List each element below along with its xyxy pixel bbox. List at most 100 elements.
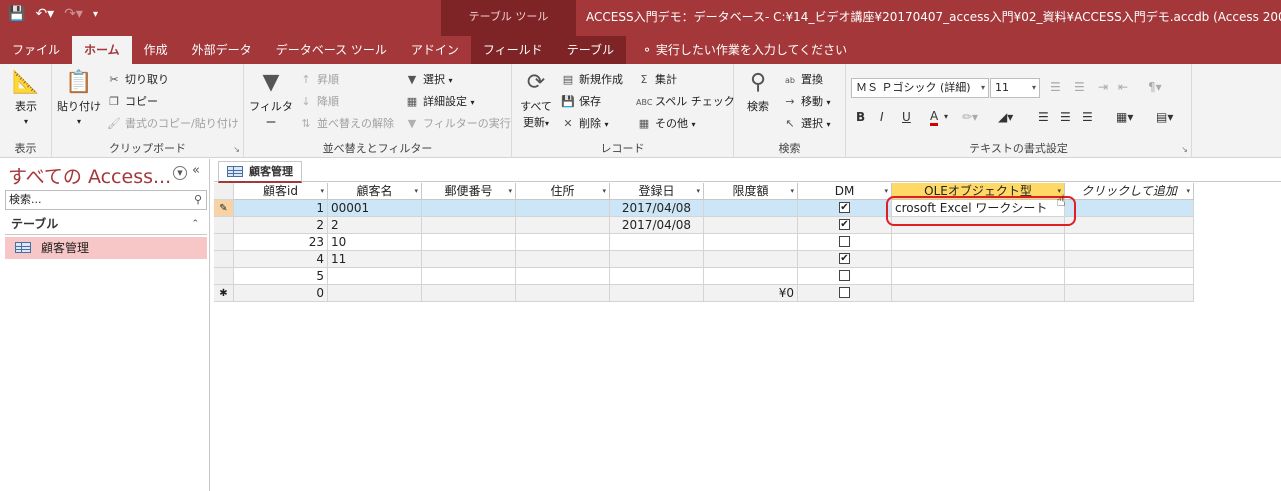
cell-zip[interactable] <box>422 285 516 302</box>
save-record-button[interactable]: 💾 保存 <box>560 92 601 112</box>
record-selector[interactable] <box>214 234 234 251</box>
cell-dm[interactable] <box>798 285 892 302</box>
cell-add-field[interactable] <box>1065 285 1194 302</box>
chevron-down-icon[interactable]: ▾ <box>790 183 794 199</box>
record-selector[interactable] <box>214 217 234 234</box>
cell-date[interactable]: 2017/04/08 <box>610 200 704 217</box>
spelling-button[interactable]: ABC スペル チェック <box>636 92 735 112</box>
tell-me-box[interactable]: ⚬ 実行したい作業を入力してください <box>642 36 847 64</box>
more-button[interactable]: ▦ その他 ▾ <box>636 114 696 134</box>
cell-limit[interactable] <box>704 217 798 234</box>
highlight-icon[interactable]: ✏▾ <box>962 110 978 124</box>
copy-button[interactable]: ❐ コピー <box>106 92 158 112</box>
chevron-down-icon[interactable]: ▾ <box>1186 183 1190 199</box>
cell-add-field[interactable] <box>1065 217 1194 234</box>
find-button[interactable]: ⚲ 検索 <box>740 68 776 114</box>
record-selector[interactable]: ✎ <box>214 200 234 217</box>
cell-zip[interactable] <box>422 200 516 217</box>
cell-address[interactable] <box>516 285 610 302</box>
cell-address[interactable] <box>516 217 610 234</box>
cell-limit[interactable] <box>704 251 798 268</box>
cell-zip[interactable] <box>422 251 516 268</box>
goto-button[interactable]: → 移動 ▾ <box>782 92 830 112</box>
column-header-5[interactable]: 限度額 ▾ <box>704 183 798 200</box>
outdent-icon[interactable]: ⇤ <box>1118 80 1128 94</box>
delete-record-button[interactable]: ✕ 削除 ▾ <box>560 114 608 134</box>
cell-address[interactable] <box>516 268 610 285</box>
cell-id[interactable]: 1 <box>234 200 328 217</box>
paragraph-icon[interactable]: ¶▾ <box>1148 80 1162 94</box>
numbering-icon[interactable]: ☰ <box>1074 80 1085 94</box>
cell-zip[interactable] <box>422 268 516 285</box>
cell-id[interactable]: 5 <box>234 268 328 285</box>
underline-button[interactable]: U <box>902 110 911 124</box>
cell-limit[interactable]: ¥0 <box>704 285 798 302</box>
cell-id[interactable]: 0 <box>234 285 328 302</box>
replace-button[interactable]: ab 置換 <box>782 70 823 90</box>
chevron-down-icon[interactable]: ▾ <box>508 183 512 199</box>
refresh-all-button[interactable]: ⟳ すべて 更新▾ <box>518 68 554 130</box>
dialog-launcher-icon[interactable]: ↘ <box>1181 145 1188 154</box>
cell-dm[interactable]: ✔ <box>798 251 892 268</box>
totals-button[interactable]: Σ 集計 <box>636 70 677 90</box>
cell-add-field[interactable] <box>1065 268 1194 285</box>
toggle-filter-button[interactable]: ▼ フィルターの実行 <box>404 114 511 134</box>
cell-name[interactable]: 10 <box>328 234 422 251</box>
dm-checkbox[interactable] <box>839 287 850 298</box>
tab-4[interactable]: データベース ツール <box>264 36 399 64</box>
fill-color-icon[interactable]: ◢▾ <box>998 110 1013 124</box>
tab-7[interactable]: テーブル <box>554 36 626 64</box>
cell-name[interactable]: 2 <box>328 217 422 234</box>
cell-ole[interactable] <box>892 234 1065 251</box>
cell-add-field[interactable] <box>1065 200 1194 217</box>
chevron-down-icon[interactable]: ▼ <box>173 166 187 180</box>
font-name-select[interactable]: ＭＳ Ｐゴシック (詳細) ▾ <box>851 78 989 98</box>
gridlines-icon[interactable]: ▦▾ <box>1116 110 1133 124</box>
cell-id[interactable]: 4 <box>234 251 328 268</box>
chevron-down-icon[interactable]: ▾ <box>602 183 606 199</box>
undo-icon[interactable]: ↶▾ <box>35 6 54 22</box>
tab-5[interactable]: アドイン <box>399 36 471 64</box>
redo-icon[interactable]: ↷▾ <box>64 6 83 22</box>
cell-date[interactable] <box>610 285 704 302</box>
font-color-button[interactable]: A <box>930 110 939 126</box>
selection-button[interactable]: ▼ 選択 ▾ <box>404 70 453 90</box>
sort-descending-button[interactable]: ↓ 降順 <box>298 92 339 112</box>
new-record-button[interactable]: ▤ 新規作成 <box>560 70 623 90</box>
cell-id[interactable]: 23 <box>234 234 328 251</box>
format-painter-button[interactable]: 🖌 書式のコピー/貼り付け <box>106 114 239 134</box>
column-header-1[interactable]: 顧客名 ▾ <box>328 183 422 200</box>
cut-button[interactable]: ✂ 切り取り <box>106 70 169 90</box>
cell-address[interactable] <box>516 234 610 251</box>
cell-zip[interactable] <box>422 217 516 234</box>
cell-address[interactable] <box>516 200 610 217</box>
tab-2[interactable]: 作成 <box>132 36 180 64</box>
record-selector[interactable]: ✱ <box>214 285 234 302</box>
cell-date[interactable] <box>610 268 704 285</box>
bold-button[interactable]: B <box>856 110 865 124</box>
advanced-button[interactable]: ▦ 詳細設定 ▾ <box>404 92 475 112</box>
collapse-pane-icon[interactable]: « <box>192 163 200 178</box>
dialog-launcher-icon[interactable]: ↘ <box>233 145 240 154</box>
column-header-8[interactable]: クリックして追加 ▾ <box>1065 183 1194 200</box>
cell-dm[interactable]: ✔ <box>798 200 892 217</box>
filter-button[interactable]: ▼ フィルター <box>248 68 294 130</box>
dm-checkbox[interactable] <box>839 270 850 281</box>
tab-3[interactable]: 外部データ <box>180 36 264 64</box>
cell-ole[interactable] <box>892 285 1065 302</box>
cell-ole[interactable] <box>892 268 1065 285</box>
cell-name[interactable] <box>328 268 422 285</box>
column-header-4[interactable]: 登録日 ▾ <box>610 183 704 200</box>
chevron-down-icon[interactable]: ▾ <box>944 112 948 121</box>
cell-id[interactable]: 2 <box>234 217 328 234</box>
chevron-down-icon[interactable]: ▾ <box>696 183 700 199</box>
align-left-icon[interactable]: ☰ <box>1038 110 1049 124</box>
dm-checkbox[interactable] <box>839 236 850 247</box>
customize-icon[interactable]: ▾ <box>93 9 98 20</box>
tab-1[interactable]: ホーム <box>72 36 132 64</box>
document-tab-customer[interactable]: 顧客管理 <box>218 161 302 183</box>
view-button[interactable]: 📐 表示 ▾ <box>8 68 44 127</box>
cell-limit[interactable] <box>704 200 798 217</box>
tab-0[interactable]: ファイル <box>0 36 72 64</box>
cell-add-field[interactable] <box>1065 251 1194 268</box>
